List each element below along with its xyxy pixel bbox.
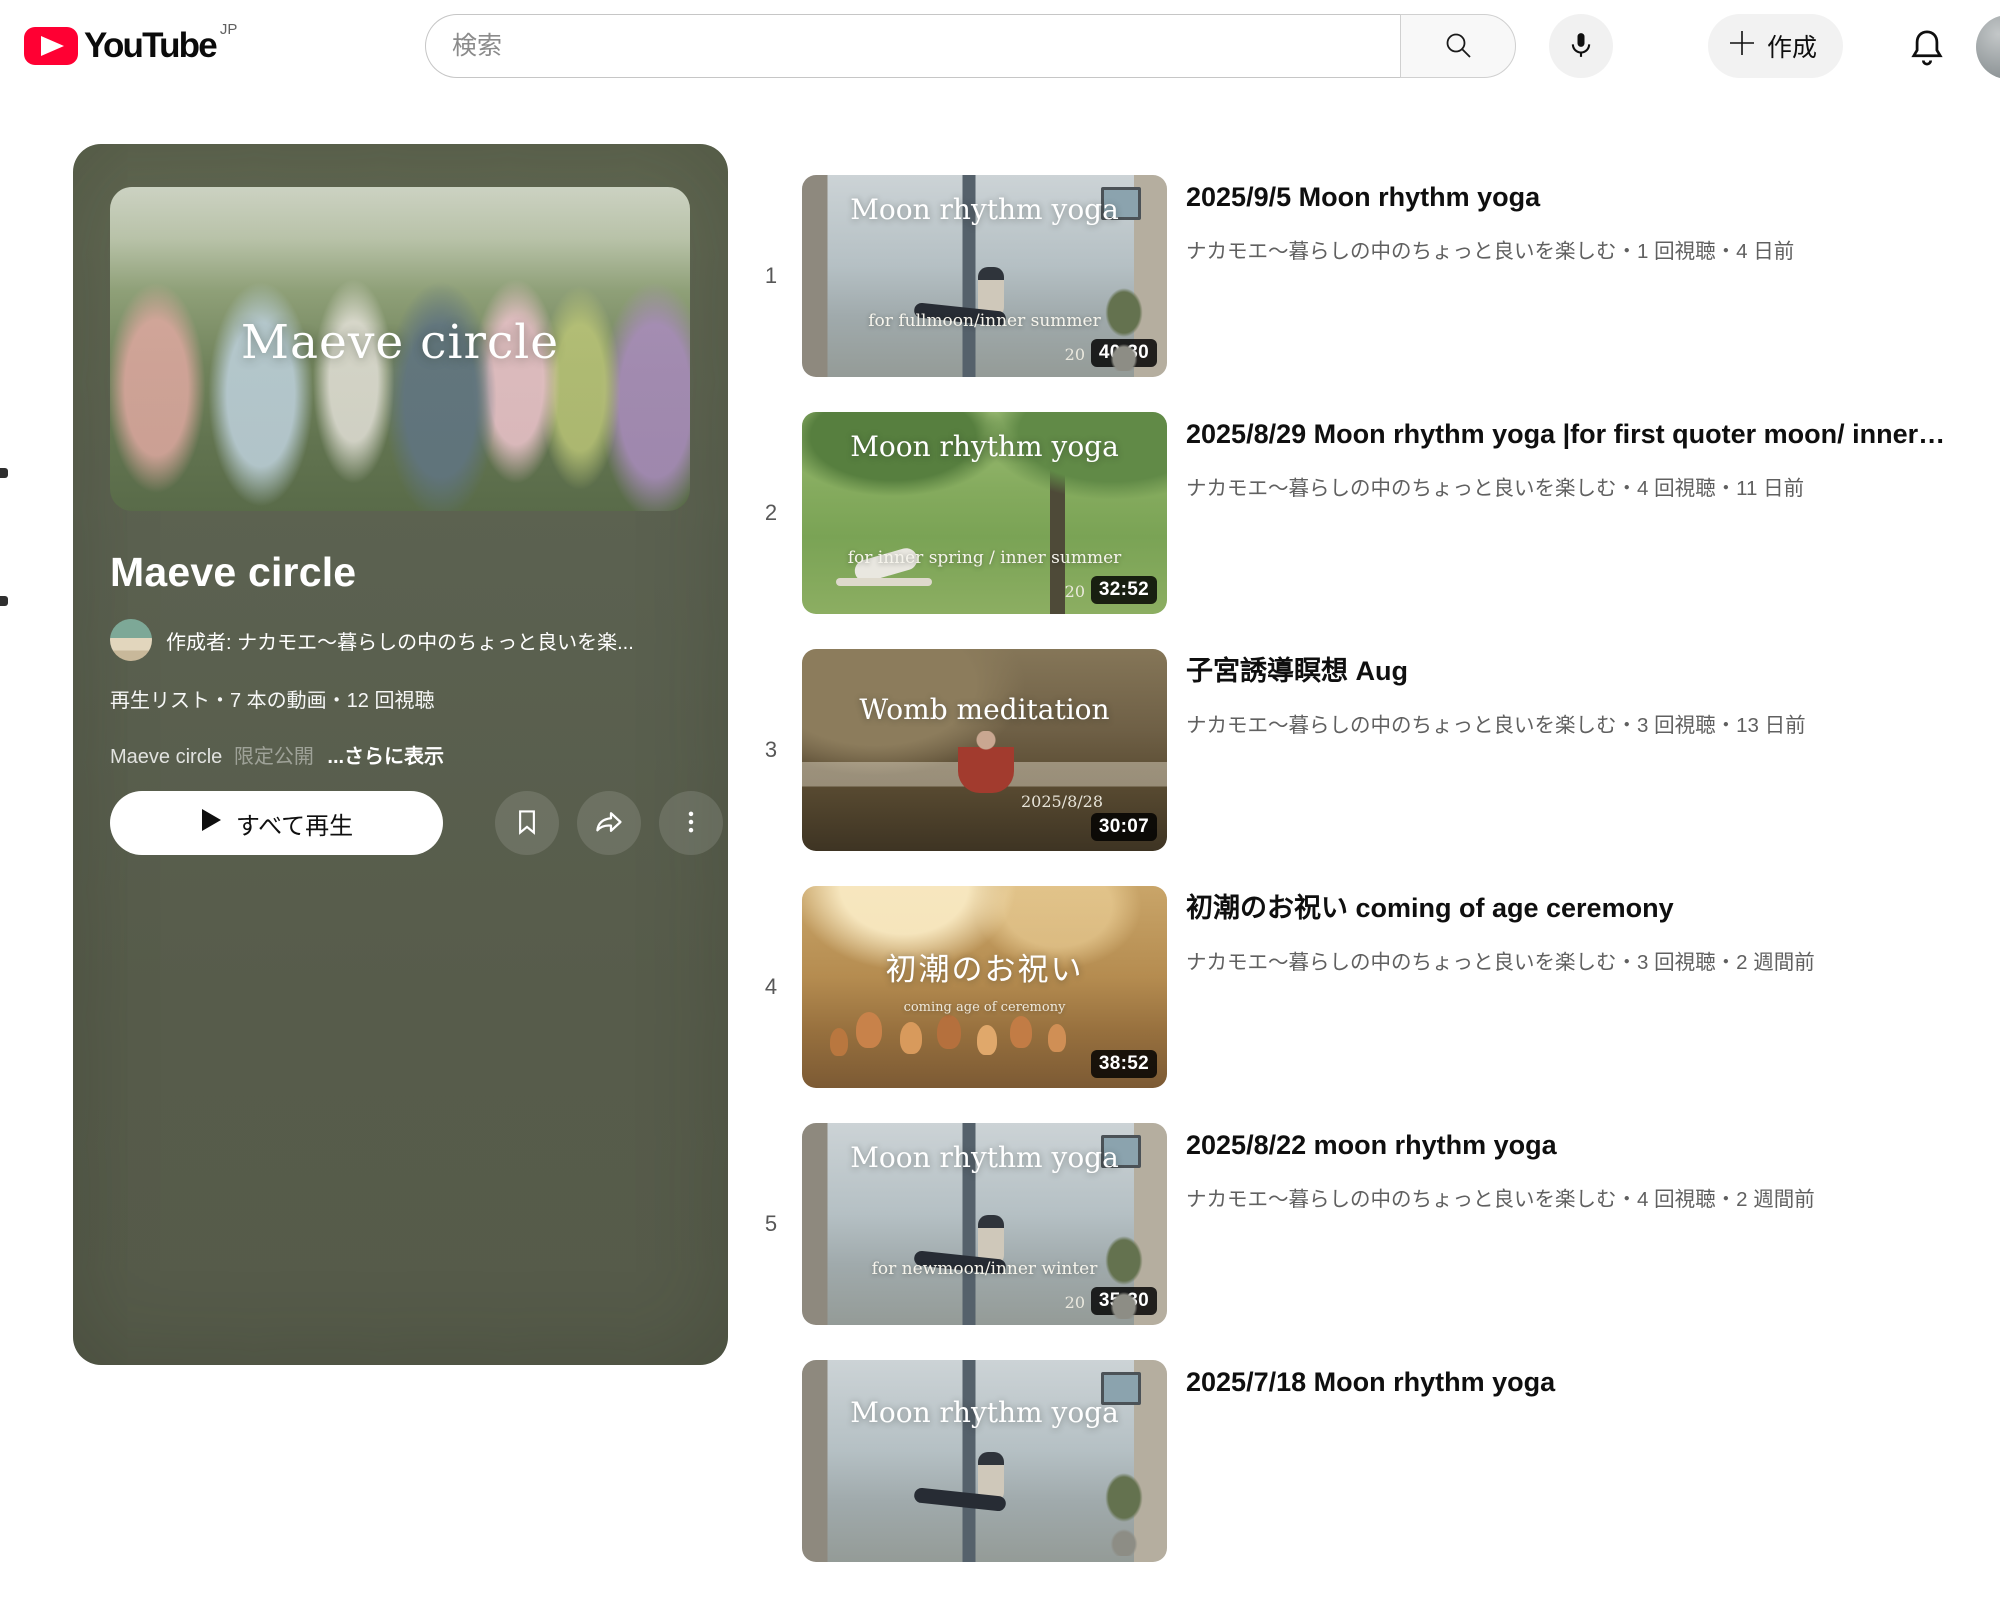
play-icon [200, 808, 222, 839]
duration-badge: 32:52 [1091, 576, 1157, 604]
video-info: 2025/8/22 moon rhythm yoga ナカモエ〜暮らしの中のちょ… [1186, 1123, 1992, 1212]
more-actions-button[interactable] [659, 791, 723, 855]
show-more-link[interactable]: ...さらに表示 [327, 746, 444, 768]
playlist-hero-image[interactable]: Maeve circle [110, 187, 690, 511]
creator-name[interactable]: 作成者: ナカモエ〜暮らしの中のちょっと良いを楽... [166, 626, 634, 655]
video-row[interactable]: 1 Moon rhythm yoga for fullmoon/inner su… [740, 175, 2000, 377]
youtube-logo[interactable]: YouTube JP [24, 27, 237, 65]
thumbnail-overlay-date: 20 [1065, 1293, 1085, 1312]
thumbnail-overlay-title: Womb meditation [802, 693, 1167, 726]
create-button-label: 作成 [1767, 28, 1817, 64]
video-index: 2 [740, 500, 802, 526]
thumbnail-overlay-subtitle: for fullmoon/inner summer [802, 311, 1167, 331]
video-index: 1 [740, 263, 802, 289]
video-info: 2025/8/29 Moon rhythm yoga |for first qu… [1186, 412, 1992, 501]
video-meta[interactable]: ナカモエ〜暮らしの中のちょっと良いを楽しむ・3 回視聴・13 日前 [1186, 708, 1992, 738]
video-info: 子宮誘導瞑想 Aug ナカモエ〜暮らしの中のちょっと良いを楽しむ・3 回視聴・1… [1186, 649, 1992, 738]
video-title[interactable]: 初潮のお祝い coming of age ceremony [1186, 892, 1992, 926]
thumbnail-overlay-subtitle: for newmoon/inner winter [802, 1259, 1167, 1279]
video-row[interactable]: 4 初潮のお祝い coming age of ceremony 38:52 初潮… [740, 886, 2000, 1088]
search-input[interactable] [425, 14, 1400, 78]
video-thumbnail[interactable]: Moon rhythm yoga [802, 1360, 1167, 1562]
country-code: JP [220, 21, 238, 38]
creator-row[interactable]: 作成者: ナカモエ〜暮らしの中のちょっと良いを楽... [110, 619, 695, 661]
search-button[interactable] [1400, 14, 1516, 78]
thumbnail-overlay-subtitle: for inner spring / inner summer [802, 548, 1167, 568]
video-info: 初潮のお祝い coming of age ceremony ナカモエ〜暮らしの中… [1186, 886, 1992, 975]
thumbnail-overlay-title: Moon rhythm yoga [802, 1396, 1167, 1429]
video-meta[interactable]: ナカモエ〜暮らしの中のちょっと良いを楽しむ・1 回視聴・4 日前 [1186, 234, 1992, 264]
playlist-panel: Maeve circle Maeve circle 作成者: ナカモエ〜暮らしの… [73, 144, 728, 1365]
save-playlist-button[interactable] [495, 791, 559, 855]
video-row[interactable]: 3 Womb meditation 2025/8/28 30:07 子宮誘導瞑想… [740, 649, 2000, 851]
video-index: 4 [740, 974, 802, 1000]
hero-overlay-title: Maeve circle [110, 315, 690, 370]
account-avatar[interactable] [1976, 15, 2000, 79]
video-thumbnail[interactable]: Moon rhythm yoga for newmoon/inner winte… [802, 1123, 1167, 1325]
share-button[interactable] [577, 791, 641, 855]
play-all-button[interactable]: すべて再生 [110, 791, 443, 855]
description-text: Maeve circle [110, 746, 222, 768]
thumbnail-overlay-title: Moon rhythm yoga [802, 1141, 1167, 1174]
window-edge-artifact [0, 596, 8, 606]
bell-icon [1905, 26, 1949, 73]
video-title[interactable]: 2025/8/29 Moon rhythm yoga |for first qu… [1186, 418, 1992, 452]
search-icon [1442, 29, 1474, 64]
window-edge-artifact [0, 468, 8, 478]
video-title[interactable]: 2025/7/18 Moon rhythm yoga [1186, 1366, 1992, 1400]
creator-avatar[interactable] [110, 619, 152, 661]
save-icon [512, 807, 542, 840]
video-thumbnail[interactable]: Moon rhythm yoga for fullmoon/inner summ… [802, 175, 1167, 377]
thumbnail-overlay-title: 初潮のお祝い [802, 944, 1167, 989]
duration-badge: 35:30 [1091, 1287, 1157, 1315]
share-icon [593, 806, 625, 841]
video-row[interactable]: Moon rhythm yoga 2025/7/18 Moon rhythm y… [740, 1360, 2000, 1562]
create-button[interactable]: 作成 [1708, 14, 1843, 78]
thumbnail-overlay-subtitle: coming age of ceremony [802, 1000, 1167, 1015]
duration-badge: 40:30 [1091, 339, 1157, 367]
play-all-label: すべて再生 [236, 806, 353, 841]
thumbnail-overlay-date: 20 [1065, 582, 1085, 601]
youtube-wordmark: YouTube [84, 27, 216, 65]
playlist-stats: 再生リスト・7 本の動画・12 回視聴 [110, 684, 434, 713]
search-box [425, 14, 1516, 78]
mic-button[interactable] [1549, 14, 1613, 78]
topbar: YouTube JP 作成 [0, 0, 2000, 96]
playlist-description: Maeve circle 限定公開 ...さらに表示 [110, 740, 444, 769]
thumbnail-figure [802, 1360, 1167, 1562]
video-thumbnail[interactable]: 初潮のお祝い coming age of ceremony 38:52 [802, 886, 1167, 1088]
playlist-title: Maeve circle [110, 549, 356, 596]
duration-badge: 30:07 [1091, 813, 1157, 841]
thumbnail-overlay-date: 2025/8/28 [1021, 792, 1103, 811]
more-icon [676, 807, 706, 840]
video-meta[interactable]: ナカモエ〜暮らしの中のちょっと良いを楽しむ・4 回視聴・2 週間前 [1186, 1182, 1992, 1212]
video-index: 5 [740, 1211, 802, 1237]
video-meta[interactable]: ナカモエ〜暮らしの中のちょっと良いを楽しむ・3 回視聴・2 週間前 [1186, 945, 1992, 975]
youtube-playlist-page: { "colors": { "brand_red": "#FF0033", "p… [0, 0, 2000, 1410]
thumbnail-overlay-date: 20 [1065, 345, 1085, 364]
visibility-badge: 限定公開 [234, 746, 314, 768]
duration-badge: 38:52 [1091, 1050, 1157, 1078]
video-meta[interactable]: ナカモエ〜暮らしの中のちょっと良いを楽しむ・4 回視聴・11 日前 [1186, 471, 1992, 501]
video-row[interactable]: 2 Moon rhythm yoga for inner spring / in… [740, 412, 2000, 614]
plus-icon [1728, 29, 1756, 64]
video-index: 3 [740, 737, 802, 763]
video-title[interactable]: 2025/9/5 Moon rhythm yoga [1186, 181, 1992, 215]
youtube-play-icon [24, 27, 78, 65]
thumbnail-overlay-title: Moon rhythm yoga [802, 430, 1167, 463]
mic-icon [1566, 30, 1596, 63]
video-row[interactable]: 5 Moon rhythm yoga for newmoon/inner win… [740, 1123, 2000, 1325]
video-thumbnail[interactable]: Moon rhythm yoga for inner spring / inne… [802, 412, 1167, 614]
video-title[interactable]: 2025/8/22 moon rhythm yoga [1186, 1129, 1992, 1163]
video-info: 2025/9/5 Moon rhythm yoga ナカモエ〜暮らしの中のちょっ… [1186, 175, 1992, 264]
video-title[interactable]: 子宮誘導瞑想 Aug [1186, 655, 1992, 689]
playlist-video-list: 1 Moon rhythm yoga for fullmoon/inner su… [740, 175, 2000, 1597]
video-thumbnail[interactable]: Womb meditation 2025/8/28 30:07 [802, 649, 1167, 851]
thumbnail-overlay-title: Moon rhythm yoga [802, 193, 1167, 226]
notifications-button[interactable] [1899, 21, 1955, 77]
